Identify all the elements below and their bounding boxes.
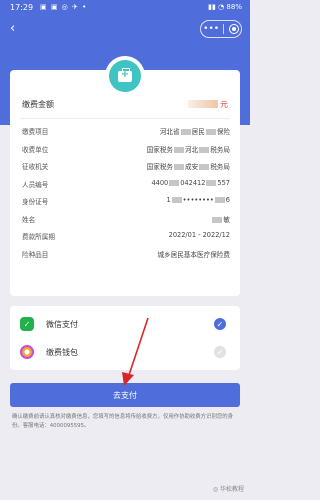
- medical-kit-icon: [118, 67, 132, 82]
- pay-button[interactable]: 去支付: [10, 383, 240, 407]
- payment-option-wechat[interactable]: ✓ 微信支付 ✓: [10, 310, 240, 338]
- unselected-check-icon[interactable]: ✓: [214, 346, 226, 358]
- detail-key: 险种品目: [22, 250, 49, 259]
- payment-option-label: 缴费钱包: [46, 348, 78, 357]
- detail-value: 敏: [211, 214, 230, 224]
- payment-info-card: 缴费金额 元 缴费项目 河北省 居民 保险 收费单位 国家税务 河北 税务局 征收机关 …: [10, 70, 240, 296]
- capsule-divider: [223, 24, 225, 34]
- payment-method-card: ✓ 微信支付 ✓ 缴费钱包 ✓: [10, 306, 240, 370]
- payment-option-label: 微信支付: [46, 320, 78, 329]
- wallet-icon: [20, 345, 34, 359]
- detail-row-authority: 征收机关 国家税务 成安 税务局: [22, 157, 230, 175]
- detail-key: 身份证号: [22, 198, 49, 206]
- mini-program-capsule: •••: [200, 20, 242, 38]
- detail-value: 城乡居民基本医疗保险费: [157, 250, 230, 259]
- detail-key: 收费单位: [22, 145, 49, 154]
- selected-check-icon[interactable]: ✓: [214, 318, 226, 330]
- detail-key: 缴费项目: [22, 128, 49, 136]
- detail-key: 征收机关: [22, 163, 49, 171]
- wechat-pay-icon: ✓: [20, 317, 34, 331]
- status-time: 17:29: [10, 3, 34, 12]
- disclaimer-note: 确认缴费前请认真核对缴费信息，您填写的信息将传给收费方，仅用作协助收费方识别您的…: [12, 414, 234, 429]
- status-battery: ▮▮ ◔ 88%: [208, 3, 242, 11]
- amount-label: 缴费金额: [22, 100, 54, 109]
- detail-value: 1 •••••••• 6: [166, 196, 230, 204]
- watermark: ◎ 华松教程: [212, 486, 244, 493]
- nav-bar: ‹ •••: [0, 18, 250, 42]
- divider: [20, 118, 230, 119]
- status-bar: 17:29 ▣ ▣ ◎ ✈ • ▮▮ ◔ 88%: [0, 0, 250, 16]
- logo-circle: [109, 60, 141, 92]
- detail-row-name: 姓名 敏: [22, 210, 230, 228]
- detail-value: 河北省 居民 保险: [159, 128, 230, 136]
- back-icon[interactable]: ‹: [10, 21, 15, 36]
- detail-row-unit: 收费单位 国家税务 河北 税务局: [22, 140, 230, 158]
- amount-value-masked: [188, 100, 218, 108]
- detail-value: 国家税务 河北 税务局: [146, 145, 230, 154]
- close-target-icon[interactable]: [228, 24, 239, 34]
- detail-key: 姓名: [22, 215, 36, 224]
- detail-row-insurance-type: 险种品目 城乡居民基本医疗保险费: [22, 245, 230, 263]
- detail-key: 费款所属期: [22, 233, 55, 241]
- detail-row-period: 费款所属期 2022/01 - 2022/12: [22, 227, 230, 245]
- amount-unit: 元: [220, 100, 228, 109]
- more-icon[interactable]: •••: [203, 24, 219, 34]
- detail-key: 人员编号: [22, 180, 49, 189]
- detail-row-person-id: 人员编号 4400 042412 557: [22, 175, 230, 193]
- medical-kit-logo: [105, 56, 145, 96]
- amount-row: 缴费金额 元: [20, 96, 230, 112]
- detail-list: 缴费项目 河北省 居民 保险 收费单位 国家税务 河北 税务局 征收机关 国家税务 成安税…: [22, 122, 230, 262]
- detail-row-item: 缴费项目 河北省 居民 保险: [22, 122, 230, 140]
- status-notification-icons: ▣ ▣ ◎ ✈ •: [40, 3, 88, 11]
- detail-value: 2022/01 - 2022/12: [168, 231, 230, 239]
- detail-value: 4400 042412 557: [151, 178, 230, 187]
- payment-option-wallet[interactable]: 缴费钱包 ✓: [10, 338, 240, 366]
- detail-value: 国家税务 成安 税务局: [146, 163, 230, 171]
- detail-row-id-number: 身份证号 1 •••••••• 6: [22, 192, 230, 210]
